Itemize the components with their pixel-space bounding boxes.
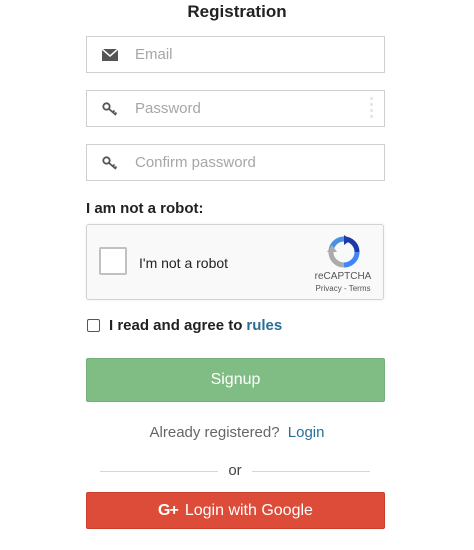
already-registered-row: Already registered? Login xyxy=(0,424,474,441)
recaptcha-logo-icon xyxy=(327,235,360,268)
recaptcha-links-separator: - xyxy=(341,284,349,293)
divider-line-right xyxy=(252,471,370,472)
envelope-icon xyxy=(87,37,133,72)
recaptcha-terms-link[interactable]: Terms xyxy=(349,284,371,293)
already-registered-text: Already registered? xyxy=(149,424,280,441)
email-input[interactable] xyxy=(133,37,384,72)
or-divider: or xyxy=(100,461,370,481)
recaptcha-brand: reCAPTCHA xyxy=(314,271,372,282)
recaptcha-label: I'm not a robot xyxy=(139,255,229,271)
google-login-label: Login with Google xyxy=(184,501,313,519)
registration-page: Registration Email I am not a robot: I'm… xyxy=(0,0,474,550)
confirm-password-field-container xyxy=(86,144,385,181)
captcha-section-label: I am not a robot: xyxy=(86,200,204,217)
password-input[interactable] xyxy=(133,91,384,126)
confirm-password-input[interactable] xyxy=(133,145,384,180)
page-title: Registration xyxy=(187,2,287,21)
agree-label: I read and agree to xyxy=(109,317,243,334)
google-login-button[interactable]: G+ Login with Google xyxy=(86,492,385,529)
recaptcha-privacy-link[interactable]: Privacy xyxy=(316,284,342,293)
password-manager-icon[interactable] xyxy=(370,97,373,118)
recaptcha-checkbox[interactable] xyxy=(99,247,127,275)
agree-row: I read and agree to rules xyxy=(86,317,282,334)
google-plus-icon: G+ xyxy=(158,501,179,519)
agree-checkbox[interactable] xyxy=(87,319,100,332)
password-field-container xyxy=(86,90,385,127)
rules-link[interactable]: rules xyxy=(246,317,282,334)
recaptcha-widget: I'm not a robot reCAPTCHA Privacy - Term… xyxy=(86,224,384,300)
signup-button[interactable]: Signup xyxy=(86,358,385,402)
recaptcha-links: Privacy - Terms xyxy=(305,284,381,293)
email-field-container xyxy=(86,36,385,73)
key-icon xyxy=(87,145,133,180)
login-link[interactable]: Login xyxy=(288,424,325,441)
key-icon xyxy=(87,91,133,126)
